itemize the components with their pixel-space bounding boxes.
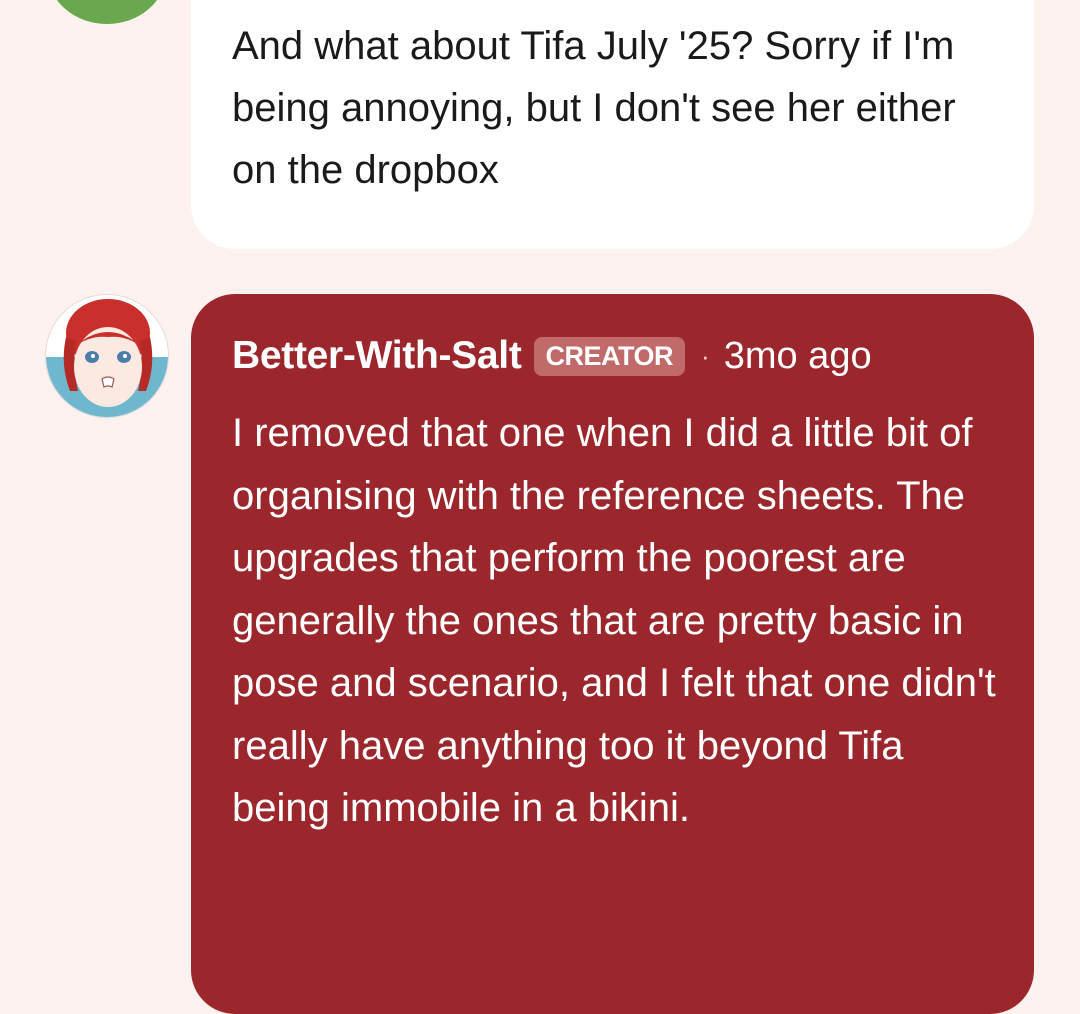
author-name[interactable]: Better-With-Salt xyxy=(232,334,522,378)
creator-badge: CREATOR xyxy=(533,336,686,376)
creator-reply-bubble: Better-With-Salt CREATOR · 3mo ago I rem… xyxy=(191,294,1034,1014)
creator-avatar[interactable] xyxy=(45,294,169,418)
meta-separator: · xyxy=(701,340,710,371)
comment-timestamp: 3mo ago xyxy=(723,334,872,377)
comment-meta: Better-With-Salt CREATOR · 3mo ago xyxy=(232,334,872,378)
previous-comment-bubble: And what about Tifa July '25? Sorry if I… xyxy=(191,0,1034,249)
avatar-icon xyxy=(46,295,168,417)
previous-comment-text: And what about Tifa July '25? Sorry if I… xyxy=(232,24,956,192)
creator-reply-text: I removed that one when I did a little b… xyxy=(232,411,996,830)
previous-commenter-avatar[interactable] xyxy=(48,0,166,24)
